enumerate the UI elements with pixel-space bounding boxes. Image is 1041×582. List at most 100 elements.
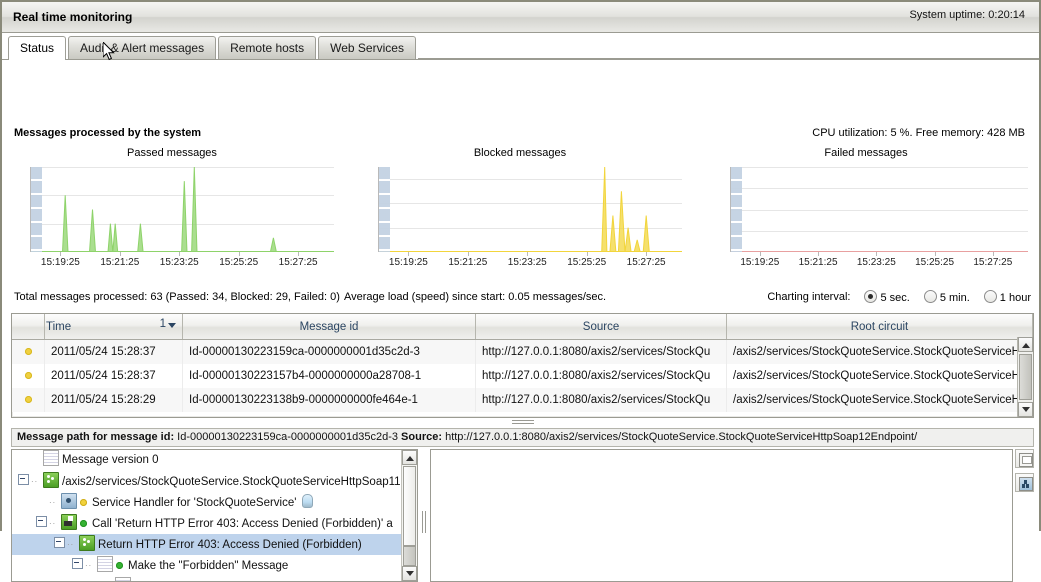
vertical-splitter-grip-icon [422, 511, 428, 533]
x-axis-tick-mark [876, 252, 878, 256]
status-dot-icon [24, 396, 32, 403]
x-axis-tick-mark [467, 252, 469, 256]
message-path-source: http://127.0.0.1:8080/axis2/services/Sto… [442, 431, 918, 443]
tree-vertical-scrollbar[interactable] [401, 450, 417, 581]
lightbulb-icon[interactable] [302, 494, 314, 508]
message-path-id: Id-00000130223159ca-0000000001d35c2d-3 [174, 431, 402, 443]
x-axis-tick-label: 15:21:25 [448, 257, 488, 268]
tree-item[interactable]: ∙∙ Make the "Forbidden" Message [12, 555, 401, 576]
x-axis-tick-label: 15:21:25 [798, 257, 838, 268]
chart-series [61, 167, 277, 252]
chart-xaxis-failed: 15:19:25 15:21:25 15:23:25 15:25:25 15:27:25 [730, 252, 1028, 271]
horizontal-splitter[interactable] [11, 419, 1034, 427]
scroll-up-icon[interactable] [1018, 337, 1033, 352]
cpu-memory-label: CPU utilization: 5 %. Free memory: 428 M… [812, 127, 1025, 139]
tree-item[interactable]: Message version 0 [12, 450, 401, 471]
message-path-bar: Message path for message id: Id-00000130… [11, 428, 1034, 447]
table-row[interactable]: 2011/05/24 15:28:29 Id-00000130223138b9-0… [12, 388, 1033, 412]
vertical-splitter[interactable] [420, 449, 429, 582]
x-axis-tick-label: 15:25:25 [219, 257, 259, 268]
tab-status[interactable]: Status [8, 36, 67, 60]
column-message-id[interactable]: Message id [182, 314, 476, 340]
tab-web-services[interactable]: Web Services [318, 36, 416, 59]
chart-title-blocked: Blocked messages [473, 147, 567, 159]
circuit-icon [43, 472, 59, 488]
chart-xaxis-blocked: 15:19:25 15:21:25 15:23:25 15:25:25 15:27:25 [378, 252, 682, 271]
document-icon [43, 450, 59, 466]
application-window: Real time monitoring System uptime: 0:20… [0, 0, 1041, 582]
column-status[interactable] [12, 314, 45, 340]
row-message-id: Id-00000130223138b9-0000000000fe464e-1 [182, 388, 476, 412]
column-root-circuit[interactable]: Root circuit [726, 314, 1033, 340]
copy-button[interactable] [1015, 449, 1034, 468]
x-axis-tick-mark [408, 252, 410, 256]
row-root-circuit: /axis2/services/StockQuoteService.StockQ… [726, 364, 1033, 388]
tree-connector: ∙∙ [31, 476, 39, 486]
scroll-down-icon[interactable] [1018, 402, 1033, 417]
save-button[interactable] [1015, 473, 1034, 492]
tree-item[interactable]: ∙∙ Return HTTP Error 403: Access Denied (… [12, 534, 401, 555]
tree-connector: ∙∙ [85, 560, 93, 570]
messages-table: Time 1 Message id Source Root circuit 20… [11, 313, 1034, 418]
radio-5-min[interactable]: 5 min. [923, 290, 970, 304]
row-time: 2011/05/24 15:28:37 [44, 364, 183, 388]
tab-audit-alert-messages[interactable]: Audit & Alert messages [68, 36, 217, 59]
total-messages-label: Total messages processed: 63 (Passed: 34… [14, 291, 340, 303]
chart-plot-blocked: 0246 [378, 167, 682, 252]
row-source: http://127.0.0.1:8080/axis2/services/Sto… [475, 364, 727, 388]
radio-5-min-label: 5 min. [939, 292, 970, 304]
collapse-icon[interactable] [18, 474, 29, 485]
table-row[interactable]: 2011/05/24 15:28:37 Id-00000130223159ca-0… [12, 339, 1033, 364]
radio-1-hour[interactable]: 1 hour [983, 290, 1031, 304]
column-source[interactable]: Source [475, 314, 727, 340]
x-axis-tick-mark [238, 252, 240, 256]
gridline [731, 167, 1028, 168]
tree-item[interactable]: ∙∙Message version 1 [12, 576, 401, 581]
x-axis-tick-mark [179, 252, 181, 256]
x-axis-tick-mark [992, 252, 994, 256]
radio-5-sec[interactable]: 5 sec. [864, 290, 910, 304]
chart-title-failed: Failed messages [824, 147, 908, 159]
message-detail-panel[interactable] [430, 449, 1013, 582]
tree-scroll-down-icon[interactable] [402, 566, 417, 581]
x-axis-tick-label: 15:19:25 [740, 257, 780, 268]
tree-connector: ∙∙ [103, 576, 115, 581]
table-row[interactable]: 2011/05/24 15:28:37 Id-00000130223157b4-0… [12, 364, 1033, 388]
tab-remote-hosts[interactable]: Remote hosts [218, 36, 317, 59]
x-axis-tick-mark [934, 252, 936, 256]
collapse-icon[interactable] [36, 516, 47, 527]
call-icon [61, 514, 77, 530]
x-axis-tick-mark [818, 252, 820, 256]
x-axis-tick-mark [527, 252, 529, 256]
gridline [731, 230, 1028, 232]
row-time: 2011/05/24 15:28:29 [44, 388, 183, 412]
collapse-icon[interactable] [54, 537, 65, 548]
x-axis-tick-label: 15:23:25 [856, 257, 896, 268]
system-uptime-label: System uptime: 0:20:14 [909, 9, 1025, 21]
tree-item[interactable]: ∙∙ Service Handler for 'StockQuoteService… [12, 492, 401, 513]
tree-connector: ∙∙ [49, 497, 57, 507]
section-title: Messages processed by the system [14, 127, 202, 139]
column-time[interactable]: Time 1 [44, 314, 183, 340]
tree-scroll-thumb[interactable] [403, 466, 416, 546]
statistics-row: Total messages processed: 63 (Passed: 34… [2, 288, 1041, 310]
gridline [731, 209, 1028, 211]
column-sort-order: 1 [159, 318, 166, 330]
tree-scroll-thumb-lower[interactable] [403, 546, 416, 566]
x-axis-tick-label: 15:23:25 [507, 257, 547, 268]
row-status-cell [12, 339, 45, 364]
table-scroll-thumb[interactable] [1019, 354, 1032, 400]
x-axis-tick-mark [298, 252, 300, 256]
message-path-label: Message path for message id: [17, 431, 175, 443]
sort-descending-icon [168, 323, 176, 328]
tree-item-label: /axis2/services/StockQuoteService.StockQ… [62, 476, 401, 488]
tree-item[interactable]: ∙∙ /axis2/services/StockQuoteService.Stoc… [12, 471, 401, 492]
x-axis-tick-label: 15:25:25 [915, 257, 955, 268]
gridline [731, 188, 1028, 190]
copy-icon [1019, 453, 1033, 467]
document-icon [115, 577, 131, 581]
tree-item-label: Message version 0 [62, 454, 159, 466]
table-vertical-scrollbar[interactable] [1017, 337, 1033, 417]
tree-scroll-up-icon[interactable] [402, 450, 417, 465]
collapse-icon[interactable] [72, 558, 83, 569]
